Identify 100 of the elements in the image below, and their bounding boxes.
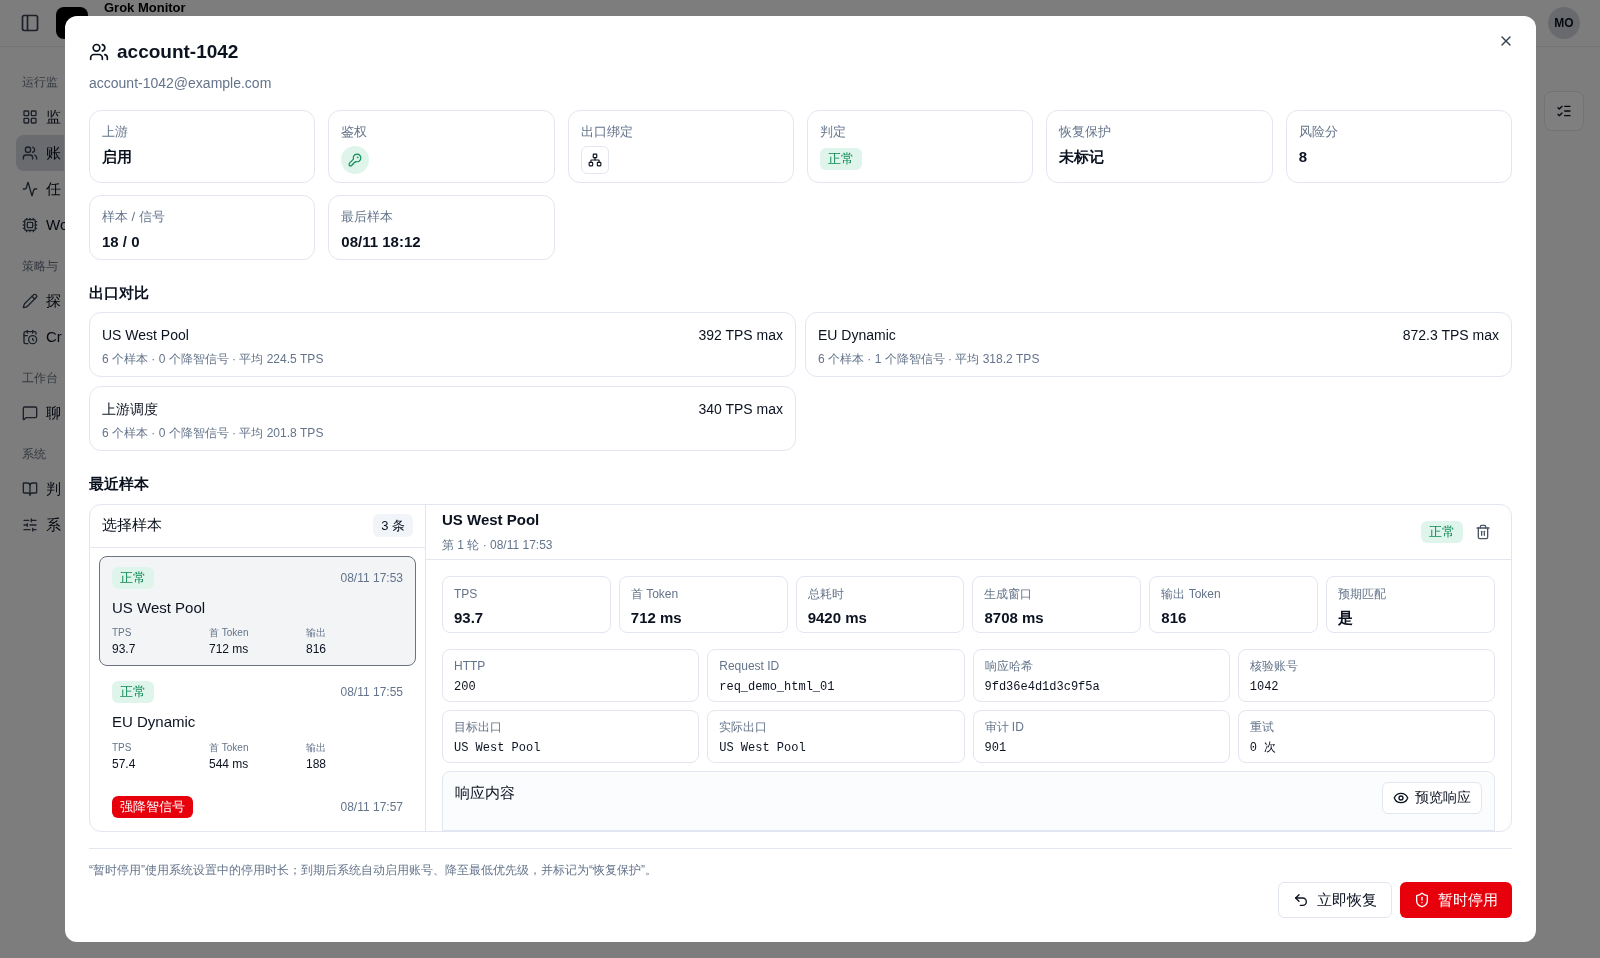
sidebar-item[interactable]: 探 [16,283,64,319]
users-icon [22,145,38,161]
egress-max: 392 TPS max [698,326,783,345]
stat-value: 544 ms [209,755,250,773]
sidebar-group-label: 策略与 [22,258,59,275]
account-email: account-1042@example.com [89,73,273,93]
info-value: 启用 [102,147,133,167]
field-value: 1042 [1249,678,1280,696]
field-label: 核验账号 [1249,657,1299,675]
sliders-icon [22,517,38,533]
toolbar-button[interactable] [1544,91,1584,131]
calendar-icon [22,329,38,345]
metric-label: TPS [454,585,479,603]
field-label: 重试 [1249,718,1275,736]
key-icon [341,146,370,174]
field-value: US West Pool [454,739,542,757]
metric-label: 输出 Token [1161,585,1222,603]
info-label: 样本 / 信号 [102,207,166,226]
sample-list-title: 选择样本 [102,515,162,536]
detail-title: US West Pool [442,510,541,531]
suspend-button[interactable]: 暂时停用 [1400,882,1512,918]
preview-button[interactable]: 预览响应 [1382,781,1482,814]
metric-value: 816 [1161,607,1188,628]
egress-summary: 6 个样本 · 0 个降智信号 · 平均 224.5 TPS [102,351,325,368]
book-icon [22,481,38,497]
metric-label: 预期匹配 [1338,585,1388,603]
stat-label: 输出 [306,740,327,755]
shield-icon [1414,892,1430,908]
egress-summary: 6 个样本 · 0 个降智信号 · 平均 201.8 TPS [102,425,325,442]
detail-meta: 第 1 轮 · 08/11 17:53 [442,536,553,554]
pencil-icon [22,293,38,309]
delete-icon[interactable] [1475,523,1491,540]
message-icon [22,405,38,421]
sample-item[interactable]: 强降智信号 08/11 17:57 [99,784,416,826]
dialog-title: account-1042 [117,40,239,64]
egress-summary: 6 个样本 · 1 个降智信号 · 平均 318.2 TPS [818,351,1041,368]
metric-label: 总耗时 [807,585,845,603]
info-value: 08/11 18:12 [341,232,422,252]
status-badge: 强降智信号 [112,795,193,818]
metric-value: 是 [1338,607,1355,628]
info-label: 风险分 [1298,122,1339,141]
field-label: 响应哈希 [984,657,1034,675]
sidebar-item[interactable]: 账 [16,135,64,171]
sample-time: 08/11 17:53 [340,569,403,587]
section-title: 最近样本 [89,474,150,494]
stat-label: 输出 [306,626,327,640]
activity-icon [22,181,38,197]
sidebar-item[interactable]: 任 [16,171,64,207]
metric-value: 712 ms [630,607,683,628]
sidebar-group-label: 工作台 [22,370,59,387]
sidebar-item[interactable]: 判 [16,471,64,507]
field-value: 200 [454,678,477,696]
egress-name: EU Dynamic [818,326,896,345]
sample-name: EU Dynamic [112,712,197,732]
metric-value: 8708 ms [984,607,1045,628]
sidebar-item[interactable]: Cr [16,319,64,355]
sidebar-item[interactable]: 系 [16,507,64,543]
field-value: 9fd36e4d1d3c9f5a [984,678,1101,696]
note-text: “暂时停用”使用系统设置中的停用时长；到期后系统自动启用账号、降至最低优先级，并标记为“恢复保护”。 [89,861,658,879]
stat-label: TPS [112,740,133,755]
field-label: 实际出口 [719,718,769,736]
stat-label: TPS [112,626,133,640]
stat-value: 57.4 [112,755,137,773]
field-label: Request ID [719,657,781,675]
metric-value: 93.7 [454,607,485,628]
info-label: 上游 [102,122,129,141]
field-value: req_demo_html_01 [719,678,836,696]
status-badge: 正常 [112,566,154,589]
restore-button[interactable]: 立即恢复 [1278,882,1392,918]
sample-time: 08/11 17:55 [340,684,403,701]
info-label: 出口绑定 [580,122,634,141]
stat-label: 首 Token [209,626,250,640]
field-value: 0 次 [1249,739,1278,757]
sample-time: 08/11 17:57 [340,798,403,816]
sidebar-toggle-icon[interactable] [20,13,40,33]
network-icon [580,146,609,174]
metric-value: 9420 ms [807,607,868,628]
sidebar-item[interactable]: 监 [16,99,64,135]
info-label: 判定 [820,122,847,141]
sidebar-group-label: 系统 [22,446,47,463]
list-check-icon [1556,103,1572,119]
sample-name: US West Pool [112,597,207,618]
info-value: 18 / 0 [102,232,141,252]
field-value: 901 [984,739,1008,757]
field-value: US West Pool [719,739,807,757]
avatar[interactable]: MO [1548,7,1580,39]
egress-name: US West Pool [102,326,189,345]
sidebar-item[interactable]: 聊 [16,395,64,431]
sample-item[interactable]: 正常 08/11 17:55 EU Dynamic TPS 57.4 首 Token 544 ms 输出 188 [99,670,416,781]
status-badge: 正常 [112,681,154,703]
sidebar-group-label: 运行监 [22,74,59,91]
field-label: HTTP [454,657,487,675]
stat-label: 首 Token [209,740,250,755]
info-value: 未标记 [1059,147,1106,167]
stat-value: 816 [306,641,328,658]
count-badge: 3 条 [373,513,413,538]
field-label: 目标出口 [454,718,503,736]
egress-name: 上游调度 [102,400,158,419]
sample-item[interactable]: 正常 08/11 17:53 US West Pool TPS 93.7 首 Token 712 ms 输出 816 [99,555,416,666]
app-title: Grok Monitor [104,1,186,15]
